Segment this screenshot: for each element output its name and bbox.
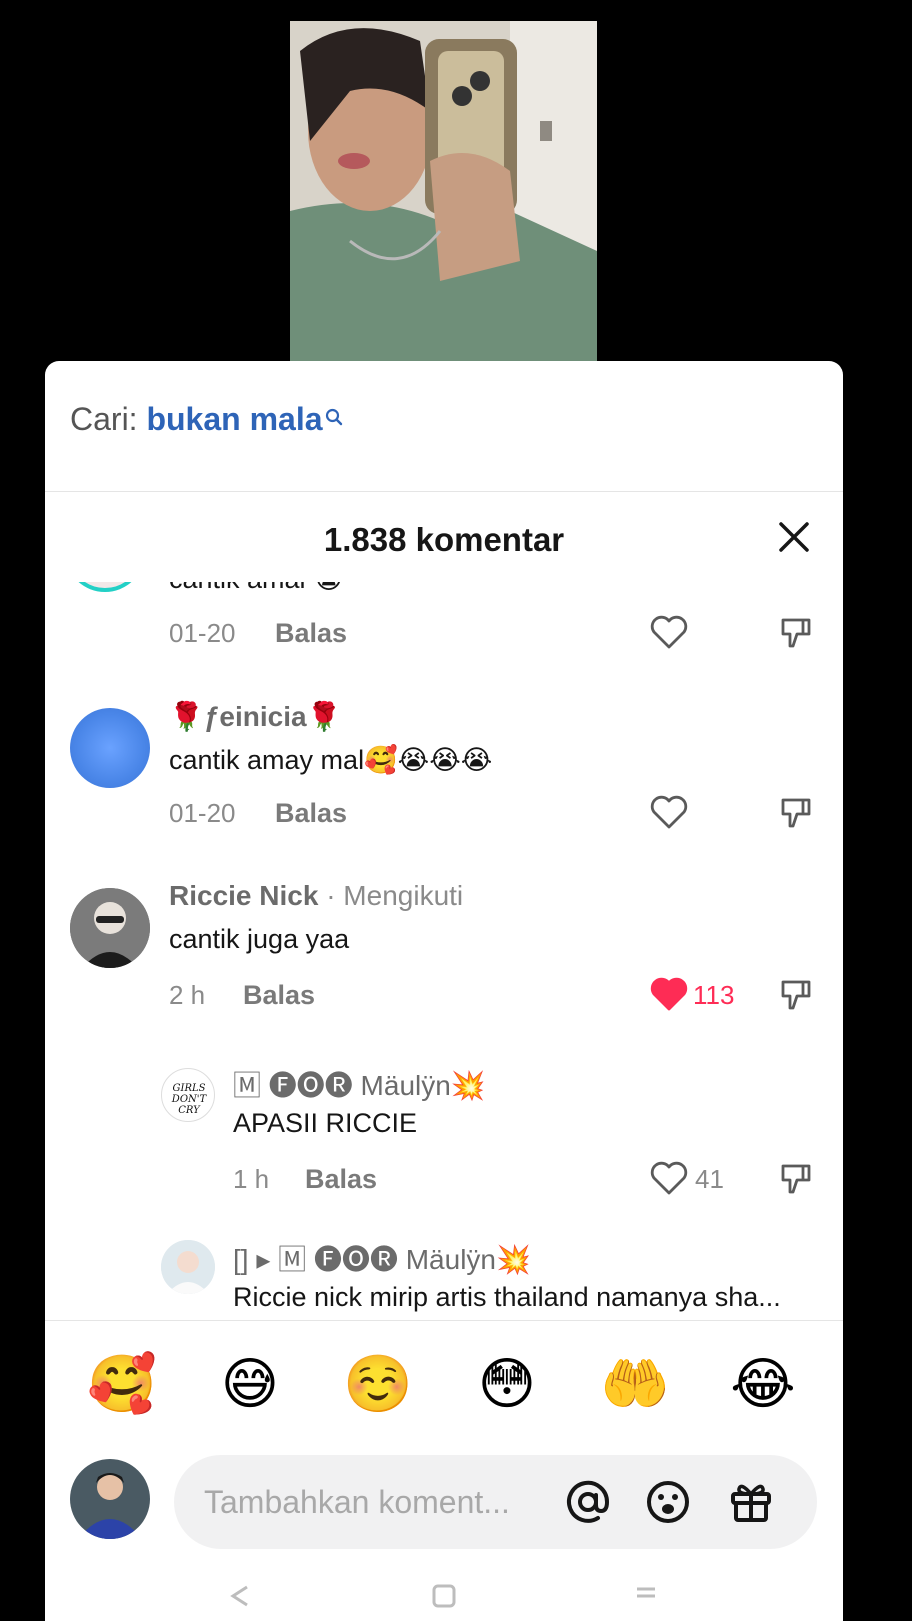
comments-sheet: Cari: bukan mala 1.838 komentar cantik a…: [45, 361, 843, 1621]
comment-input-container[interactable]: [174, 1455, 817, 1549]
comment-text: cantik amay mal🥰😭😭😭: [169, 745, 493, 775]
emoji-button[interactable]: 🥰: [87, 1349, 157, 1419]
comment-item: 🌹ƒeinicia🌹 cantik amay mal🥰😭😭😭 01-20 Bal…: [45, 670, 843, 840]
comment-item: cantik amai 😭 01-20 Balas: [45, 582, 843, 652]
video-preview-image: [290, 21, 597, 361]
comment-text: Riccie nick mirip artis thailand namanya…: [233, 1282, 781, 1312]
emoji-button[interactable]: ☺️: [343, 1349, 413, 1419]
close-button[interactable]: [777, 520, 811, 554]
following-label: · Mengikuti: [326, 880, 464, 911]
comment-time: 1 h: [233, 1164, 270, 1194]
like-count: 113: [693, 980, 735, 1010]
comment-text: APASII RICCIE: [233, 1108, 418, 1138]
search-query-link[interactable]: bukan mala: [146, 401, 322, 437]
comment-count-title: 1.838 komentar: [323, 521, 565, 558]
comment-username[interactable]: 🄼 🅕🅞🅡 Mäulÿn💥: [233, 1064, 486, 1104]
comment-time: 2 h: [169, 980, 206, 1010]
avatar[interactable]: [161, 1240, 215, 1294]
home-icon[interactable]: [429, 1581, 459, 1611]
svg-text:DON'T: DON'T: [171, 1094, 208, 1105]
emoji-button[interactable]: 😂: [728, 1349, 798, 1419]
comment-username[interactable]: [] ▸ 🄼 🅕🅞🅡 Mäulÿn💥: [233, 1238, 531, 1278]
comment-username[interactable]: 🌹ƒeinicia🌹: [169, 700, 341, 733]
comment-list[interactable]: cantik amai 😭 01-20 Balas 🌹ƒeinicia🌹 can…: [45, 582, 843, 1320]
heart-outline-icon[interactable]: [649, 1160, 689, 1196]
emoji-button[interactable]: 🤲: [600, 1349, 670, 1419]
heart-filled-icon[interactable]: [649, 976, 689, 1012]
reply-button[interactable]: Balas: [275, 618, 347, 649]
reply-button[interactable]: Balas: [243, 980, 315, 1011]
dislike-icon[interactable]: [777, 614, 813, 650]
mention-icon[interactable]: [564, 1478, 612, 1526]
comment-username[interactable]: Riccie Nick · Mengikuti: [169, 880, 463, 912]
reply-item: GIRLS DON'T CRY 🄼 🅕🅞🅡 Mäulÿn💥 APASII RICCI…: [45, 1042, 843, 1212]
svg-text:CRY: CRY: [178, 1105, 201, 1116]
comment-input[interactable]: [204, 1455, 534, 1549]
search-icon: [325, 397, 343, 434]
emoji-button[interactable]: 😅: [215, 1349, 285, 1419]
search-suggestion[interactable]: Cari: bukan mala: [70, 401, 343, 438]
recents-icon[interactable]: [631, 1581, 661, 1611]
avatar[interactable]: GIRLS DON'T CRY: [161, 1068, 215, 1122]
system-nav-bar: [45, 1571, 843, 1621]
video-thumbnail[interactable]: [290, 21, 597, 361]
comment-text: cantik amai 😭: [169, 582, 345, 595]
username-text: Riccie Nick: [169, 880, 319, 911]
reply-button[interactable]: Balas: [275, 798, 347, 829]
svg-text:GIRLS: GIRLS: [173, 1083, 206, 1094]
like-count: 41: [695, 1164, 724, 1194]
dislike-icon[interactable]: [777, 976, 813, 1012]
search-prefix: Cari:: [70, 401, 138, 437]
avatar[interactable]: [70, 708, 150, 788]
avatar[interactable]: [70, 888, 150, 968]
comment-item: Riccie Nick · Mengikuti cantik juga yaa …: [45, 858, 843, 1028]
comment-composer: [45, 1447, 843, 1567]
gift-icon[interactable]: [727, 1478, 775, 1526]
avatar[interactable]: [65, 582, 145, 592]
emoji-button[interactable]: 😳: [472, 1349, 542, 1419]
dislike-icon[interactable]: [777, 794, 813, 830]
emoji-quick-bar: 🥰 😅 ☺️ 😳 🤲 😂: [45, 1321, 843, 1446]
close-icon: [779, 522, 809, 552]
reply-item: [] ▸ 🄼 🅕🅞🅡 Mäulÿn💥 Riccie nick mirip art…: [45, 1220, 843, 1320]
comment-time: 01-20: [169, 798, 236, 828]
reply-button[interactable]: Balas: [305, 1164, 377, 1195]
comment-time: 01-20: [169, 618, 236, 648]
comment-text: cantik juga yaa: [169, 924, 350, 954]
emoji-picker-icon[interactable]: [644, 1478, 692, 1526]
heart-outline-icon[interactable]: [649, 794, 689, 830]
divider: [45, 491, 843, 492]
heart-outline-icon[interactable]: [649, 614, 689, 650]
my-avatar[interactable]: [70, 1459, 150, 1539]
dislike-icon[interactable]: [777, 1160, 813, 1196]
back-icon[interactable]: [225, 1581, 255, 1611]
